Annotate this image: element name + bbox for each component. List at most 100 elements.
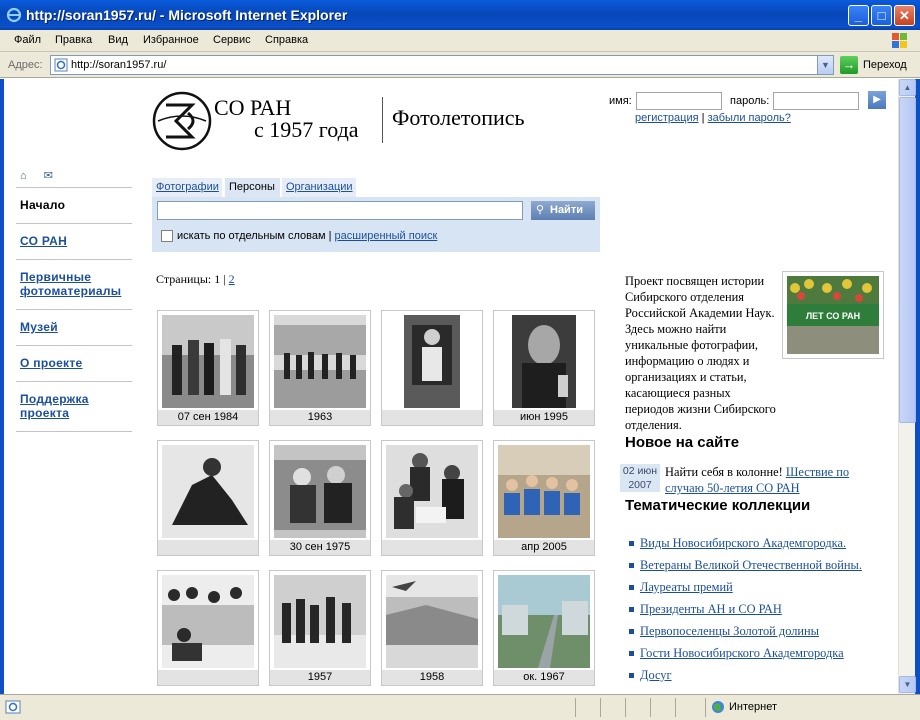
search-button[interactable]: ⚲ Найти: [531, 201, 595, 220]
mail-icon[interactable]: ✉: [44, 170, 53, 182]
bullet-icon: [629, 673, 634, 678]
scroll-up-button[interactable]: ▲: [899, 79, 916, 96]
page-icon: [54, 58, 68, 72]
tab-persons[interactable]: Персоны: [225, 178, 280, 197]
word-search-checkbox[interactable]: [161, 230, 173, 242]
sidebar-item-museum[interactable]: Музей: [16, 309, 132, 345]
collection-link[interactable]: Досуг: [640, 668, 672, 682]
menu-favorites[interactable]: Избранное: [143, 34, 199, 46]
chevron-down-icon: ▼: [821, 60, 830, 70]
windows-logo-icon: [892, 33, 907, 48]
gallery-item[interactable]: ок. 1967: [493, 570, 595, 686]
sidebar-item-about[interactable]: О проекте: [16, 345, 132, 381]
maximize-icon: □: [877, 8, 886, 23]
gallery-item[interactable]: 1957: [269, 570, 371, 686]
minimize-icon: _: [854, 8, 863, 23]
address-dropdown-button[interactable]: ▼: [817, 56, 833, 74]
pagination-label: Страницы:: [156, 272, 212, 286]
menu-view[interactable]: Вид: [108, 34, 128, 46]
gallery-item[interactable]: апр 2005: [493, 440, 595, 556]
home-icon[interactable]: ⌂: [20, 170, 27, 182]
logo-subtitle: с 1957 года: [254, 117, 359, 142]
page-current: 1: [214, 272, 221, 286]
register-link[interactable]: регистрация: [635, 112, 699, 124]
status-divider: [705, 698, 706, 717]
gallery-item[interactable]: [157, 570, 259, 686]
forgot-password-link[interactable]: забыли пароль?: [708, 112, 791, 124]
advanced-search-link[interactable]: расширенный поиск: [335, 230, 438, 242]
sidebar-item-soran[interactable]: СО РАН: [16, 223, 132, 259]
photo-thumbnail: [162, 575, 254, 668]
photo-date: 1963: [270, 410, 370, 425]
bullet-icon: [629, 629, 634, 634]
list-item: Первопоселенцы Золотой долины: [626, 624, 898, 646]
menu-tools[interactable]: Сервис: [213, 34, 251, 46]
password-input[interactable]: [773, 92, 859, 110]
collection-link[interactable]: Первопоселенцы Золотой долины: [640, 624, 819, 638]
sidebar-item-support[interactable]: Поддержка проекта: [16, 381, 132, 431]
status-bar: Интернет: [0, 694, 920, 720]
status-divider: [575, 698, 576, 717]
login-links: регистрация | забыли пароль?: [635, 112, 791, 124]
window-title: http://soran1957.ru/ - Microsoft Interne…: [26, 7, 348, 23]
collection-link[interactable]: Гости Новосибирского Академгородка: [640, 646, 844, 660]
bullet-icon: [629, 607, 634, 612]
collection-link[interactable]: Президенты АН и СО РАН: [640, 602, 782, 616]
page-link-2[interactable]: 2: [229, 272, 235, 286]
photo-date: 30 сен 1975: [270, 540, 370, 555]
collection-link[interactable]: Ветераны Великой Отечественной войны.: [640, 558, 862, 572]
sidebar-divider: [16, 431, 132, 432]
tab-organizations[interactable]: Организации: [282, 178, 356, 197]
collection-link[interactable]: Виды Новосибирского Академгородка.: [640, 536, 846, 550]
minimize-button[interactable]: _: [848, 5, 869, 26]
gallery-item[interactable]: [381, 440, 483, 556]
internet-explorer-icon: [6, 7, 22, 23]
photo-date: [158, 540, 258, 555]
vertical-scrollbar[interactable]: ▲ ▼: [898, 79, 916, 694]
go-button[interactable]: → Переход: [840, 56, 918, 74]
collection-link[interactable]: Лауреаты премий: [640, 580, 733, 594]
anniversary-photo[interactable]: ЛЕТ СО РАН: [782, 271, 884, 359]
play-arrow-icon: ▶: [873, 94, 881, 105]
search-input[interactable]: [157, 201, 523, 220]
collections-list: Виды Новосибирского Академгородка. Ветер…: [626, 536, 898, 690]
gallery-item[interactable]: 30 сен 1975: [269, 440, 371, 556]
menu-help[interactable]: Справка: [265, 34, 308, 46]
logo-project-name: Фотолетопись: [392, 105, 525, 130]
site-logo[interactable]: СО РАН с 1957 года Фотолетопись: [152, 89, 552, 153]
scroll-down-button[interactable]: ▼: [899, 676, 916, 693]
bullet-icon: [629, 651, 634, 656]
gallery-item[interactable]: [381, 310, 483, 426]
side-icons: ⌂ ✉: [20, 169, 53, 182]
login-input[interactable]: [636, 92, 722, 110]
photo-thumbnail: [274, 445, 366, 538]
news-date-badge: 02 июн 2007: [620, 464, 660, 492]
photo-thumbnail: [386, 315, 478, 408]
menu-file[interactable]: Файл: [14, 34, 41, 46]
maximize-button[interactable]: □: [871, 5, 892, 26]
gallery-item[interactable]: 1963: [269, 310, 371, 426]
page-separator: |: [223, 272, 226, 286]
gallery-item[interactable]: [157, 440, 259, 556]
sidebar-item-primary-photos[interactable]: Первичные фотоматериалы: [16, 259, 132, 309]
photo-thumbnail: [386, 445, 478, 538]
status-divider: [600, 698, 601, 717]
scroll-thumb[interactable]: [899, 97, 916, 423]
go-label: Переход: [863, 59, 907, 71]
list-item: Виды Новосибирского Академгородка.: [626, 536, 898, 558]
sidebar-item-home[interactable]: Начало: [16, 187, 132, 223]
list-item: Гости Новосибирского Академгородка: [626, 646, 898, 668]
photo-date: июн 1995: [494, 410, 594, 425]
gallery-item[interactable]: 07 сен 1984: [157, 310, 259, 426]
address-input[interactable]: http://soran1957.ru/ ▼: [50, 55, 834, 75]
login-submit-button[interactable]: ▶: [868, 91, 886, 109]
tab-photos[interactable]: Фотографии: [152, 178, 222, 197]
search-panel: ⚲ Найти искать по отдельным словам | рас…: [152, 197, 600, 252]
bullet-icon: [629, 563, 634, 568]
photo-thumbnail: [386, 575, 478, 668]
word-search-label: искать по отдельным словам: [177, 230, 326, 242]
gallery-item[interactable]: 1958: [381, 570, 483, 686]
close-button[interactable]: ✕: [894, 5, 915, 26]
gallery-item[interactable]: июн 1995: [493, 310, 595, 426]
menu-edit[interactable]: Правка: [55, 34, 92, 46]
